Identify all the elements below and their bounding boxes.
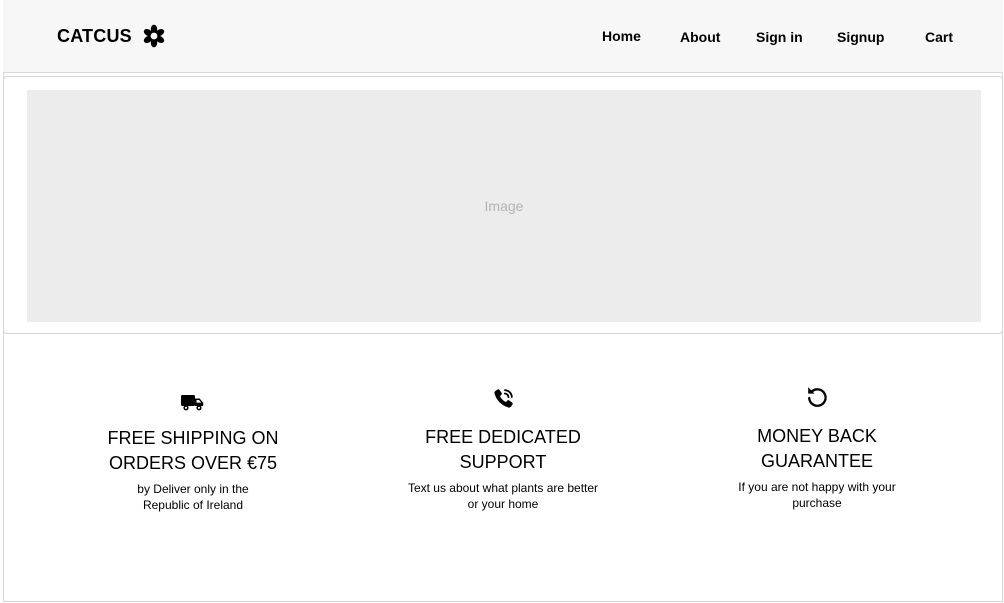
navbar: CATCUS Home About Sign in Signup Cart xyxy=(3,0,1003,73)
flower-icon xyxy=(143,24,165,48)
nav-cart-link[interactable]: Cart xyxy=(925,29,953,45)
feature-support: FREE DEDICATED SUPPORT Text us about wha… xyxy=(403,387,603,512)
refresh-icon xyxy=(808,387,827,407)
feature-shipping: FREE SHIPPING ON ORDERS OVER €75 by Deli… xyxy=(93,394,293,513)
feature-description: by Deliver only in the Republic of Irela… xyxy=(137,482,249,512)
nav-about-link[interactable]: About xyxy=(680,29,720,45)
truck-icon xyxy=(181,395,204,411)
nav-signin-link[interactable]: Sign in xyxy=(756,29,803,45)
nav-signup-link[interactable]: Signup xyxy=(837,29,884,45)
brand[interactable]: CATCUS xyxy=(57,24,166,48)
feature-description: If you are not happy with your purchase xyxy=(738,480,896,510)
hero-image-placeholder: Image xyxy=(27,90,981,322)
feature-title: FREE SHIPPING ON ORDERS OVER €75 xyxy=(107,428,279,473)
feature-description: Text us about what plants are better or … xyxy=(407,481,599,511)
hero-card: Image xyxy=(3,76,1003,334)
brand-name[interactable]: CATCUS xyxy=(57,26,132,47)
nav-home-link[interactable]: Home xyxy=(602,28,641,44)
feature-title: FREE DEDICATED SUPPORT xyxy=(425,427,581,472)
phone-call-icon xyxy=(494,389,513,408)
feature-guarantee: MONEY BACK GUARANTEE If you are not happ… xyxy=(717,384,917,511)
hero-image-label: Image xyxy=(484,198,524,214)
feature-title: MONEY BACK GUARANTEE xyxy=(757,426,877,471)
